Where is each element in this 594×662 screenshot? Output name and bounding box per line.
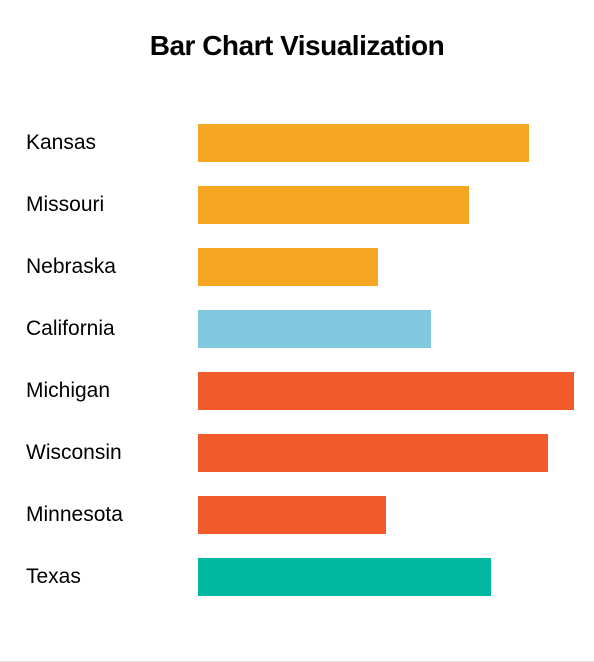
bar-fill bbox=[198, 372, 574, 410]
chart-title: Bar Chart Visualization bbox=[20, 30, 574, 62]
bar-fill bbox=[198, 558, 491, 596]
bar-row: Michigan bbox=[20, 360, 574, 422]
chart-container: Bar Chart Visualization Kansas Missouri … bbox=[0, 0, 594, 628]
bar-fill bbox=[198, 496, 386, 534]
bar-track bbox=[198, 186, 574, 224]
bar-row: Wisconsin bbox=[20, 422, 574, 484]
bar-fill bbox=[198, 186, 469, 224]
bar-fill bbox=[198, 434, 548, 472]
bar-label: Kansas bbox=[20, 131, 198, 155]
bar-fill bbox=[198, 124, 529, 162]
bar-label: Michigan bbox=[20, 379, 198, 403]
bar-label: Minnesota bbox=[20, 503, 198, 527]
bar-label: Texas bbox=[20, 565, 198, 589]
bar-track bbox=[198, 310, 574, 348]
chart-area: Kansas Missouri Nebraska California Mich bbox=[20, 112, 574, 608]
bar-row: California bbox=[20, 298, 574, 360]
bar-fill bbox=[198, 248, 378, 286]
bar-label: California bbox=[20, 317, 198, 341]
bar-track bbox=[198, 372, 574, 410]
bar-row: Minnesota bbox=[20, 484, 574, 546]
bar-label: Nebraska bbox=[20, 255, 198, 279]
bar-row: Nebraska bbox=[20, 236, 574, 298]
bar-label: Missouri bbox=[20, 193, 198, 217]
bar-row: Missouri bbox=[20, 174, 574, 236]
bar-track bbox=[198, 558, 574, 596]
bar-track bbox=[198, 124, 574, 162]
bar-track bbox=[198, 496, 574, 534]
bar-row: Kansas bbox=[20, 112, 574, 174]
bar-fill bbox=[198, 310, 431, 348]
bar-row: Texas bbox=[20, 546, 574, 608]
bar-track bbox=[198, 248, 574, 286]
bar-track bbox=[198, 434, 574, 472]
bar-label: Wisconsin bbox=[20, 441, 198, 465]
